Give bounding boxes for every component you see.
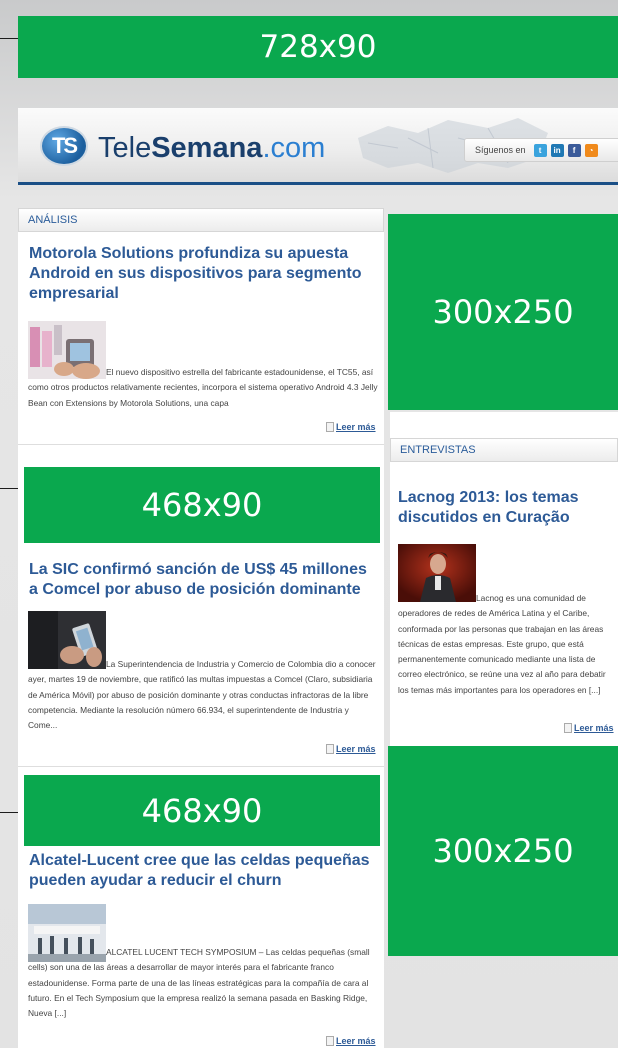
site-header: TS TeleSemana.com Síguenos en t in f ◔ <box>18 108 618 185</box>
logo-semana: Semana <box>151 132 263 164</box>
article-excerpt: ALCATEL LUCENT TECH SYMPOSIUM – Las celd… <box>28 947 370 1019</box>
article-excerpt: La Superintendencia de Industria y Comer… <box>28 659 376 731</box>
follow-label: Síguenos en <box>475 145 526 155</box>
read-more-label: Leer más <box>336 422 376 432</box>
article-excerpt: Lacnog es una comunidad de operadores de… <box>398 593 606 695</box>
logo-tele: Tele <box>98 132 152 164</box>
article-title[interactable]: Alcatel-Lucent cree que las celdas peque… <box>29 851 379 891</box>
ad-rectangle-300x250[interactable]: 300x250 <box>388 214 618 410</box>
document-icon <box>326 1036 334 1046</box>
document-icon <box>326 422 334 432</box>
read-more-label: Leer más <box>336 744 376 754</box>
section-header-entrevistas[interactable]: ENTREVISTAS <box>390 438 618 462</box>
ad-banner-468x90[interactable]: 468x90 <box>24 775 380 846</box>
article-title[interactable]: Motorola Solutions profundiza su apuesta… <box>29 244 379 304</box>
article-excerpt: El nuevo dispositivo estrella del fabric… <box>28 367 378 408</box>
article-title[interactable]: Lacnog 2013: los temas discutidos en Cur… <box>398 488 613 528</box>
logo-icon[interactable]: TS <box>40 126 88 166</box>
twitter-icon[interactable]: t <box>533 143 547 157</box>
social-follow-bar: Síguenos en t in f ◔ <box>464 138 618 162</box>
ad-leaderboard-728x90[interactable]: 728x90 <box>18 16 618 78</box>
ad-rectangle-300x250[interactable]: 300x250 <box>388 746 618 956</box>
page: 728x90 TS TeleSemana.com Síguenos en t i… <box>0 0 618 1048</box>
read-more-label: Leer más <box>574 723 614 733</box>
read-more-link[interactable]: Leer más <box>564 723 614 733</box>
linkedin-icon[interactable]: in <box>550 143 564 157</box>
article-separator <box>18 766 384 767</box>
document-icon <box>326 744 334 754</box>
ad-marker-line-top <box>0 38 20 39</box>
read-more-link[interactable]: Leer más <box>326 1036 376 1046</box>
section-header-analisis[interactable]: ANÁLISIS <box>18 208 384 232</box>
read-more-link[interactable]: Leer más <box>326 422 376 432</box>
ad-banner-468x90[interactable]: 468x90 <box>24 467 380 543</box>
article-title[interactable]: La SIC confirmó sanción de US$ 45 millon… <box>29 560 379 600</box>
read-more-link[interactable]: Leer más <box>326 744 376 754</box>
facebook-icon[interactable]: f <box>567 143 581 157</box>
read-more-label: Leer más <box>336 1036 376 1046</box>
rss-icon[interactable]: ◔ <box>584 143 598 157</box>
article-separator <box>18 444 384 445</box>
logo-com: .com <box>262 132 326 164</box>
site-logo[interactable]: TeleSemana.com <box>98 132 325 165</box>
document-icon <box>564 723 572 733</box>
